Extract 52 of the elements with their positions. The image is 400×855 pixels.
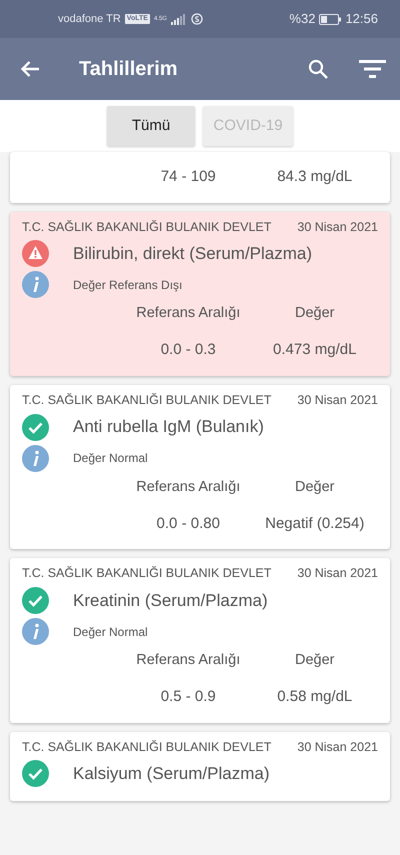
status-text: Değer Normal	[73, 450, 148, 468]
check-icon	[22, 587, 49, 614]
result-date: 30 Nisan 2021	[297, 218, 378, 236]
hospital-name: T.C. SAĞLIK BAKANLIĞI BULANIK DEVLET	[22, 565, 272, 582]
result-value: 0.473 mg/dL	[272, 340, 358, 360]
result-card[interactable]: T.C. SAĞLIK BAKANLIĞI BULANIK DEVLET 30 Nisan 2021 Bilirubin, direkt (Serum/Plazma) Değer Referans Dışı Referans Aralığı Değer 0.0 - 0.3 0.473 mg/dL	[10, 212, 390, 376]
result-date: 30 Nisan 2021	[297, 738, 378, 756]
test-name: Anti rubella IgM (Bulanık)	[73, 416, 264, 438]
result-card[interactable]: T.C. SAĞLIK BAKANLIĞI BULANIK DEVLET 30 Nisan 2021 Kalsiyum (Serum/Plazma)	[10, 732, 390, 802]
info-icon	[22, 271, 49, 298]
result-value: 84.3 mg/dL	[276, 167, 354, 187]
check-icon	[22, 760, 49, 788]
result-card[interactable]: 74 - 109 84.3 mg/dL	[10, 152, 390, 202]
test-name: Kalsiyum (Serum/Plazma)	[73, 763, 270, 786]
battery-percent: %32	[289, 10, 316, 28]
result-date: 30 Nisan 2021	[297, 565, 378, 582]
test-name: Bilirubin, direkt (Serum/Plazma)	[73, 243, 312, 265]
column-heading: Değer	[294, 651, 336, 670]
info-icon	[22, 618, 49, 645]
back-arrow-icon[interactable]	[20, 60, 40, 78]
filter-icon[interactable]	[359, 60, 386, 78]
hospital-name: T.C. SAĞLIK BAKANLIĞI BULANIK DEVLET	[22, 738, 272, 756]
column-heading: Değer	[294, 304, 336, 322]
hospital-name: T.C. SAĞLIK BAKANLIĞI BULANIK DEVLET	[22, 392, 272, 409]
column-heading: Değer	[294, 478, 336, 496]
reference-range: 0.5 - 0.9	[160, 687, 217, 708]
search-icon[interactable]	[308, 59, 328, 79]
status-text: Değer Normal	[73, 624, 148, 640]
clock: 12:56	[345, 10, 378, 28]
result-date: 30 Nisan 2021	[297, 392, 378, 409]
check-icon	[22, 414, 49, 441]
reference-range: 74 - 109	[160, 167, 217, 187]
coin-icon	[190, 13, 203, 25]
test-name: Kreatinin (Serum/Plazma)	[73, 590, 268, 612]
info-icon	[22, 444, 49, 472]
battery-icon	[319, 14, 342, 24]
result-card[interactable]: T.C. SAĞLIK BAKANLIĞI BULANIK DEVLET 30 Nisan 2021 Anti rubella IgM (Bulanık) Değer Normal Referans Aralığı Değer 0.0 - 0.80 Negatif (0.254)	[10, 384, 390, 550]
reference-range: 0.0 - 0.80	[156, 514, 221, 534]
signal-icon	[170, 14, 187, 24]
column-heading: Referans Aralığı	[135, 651, 242, 670]
screen-title: Tahlillerim	[79, 57, 178, 82]
hospital-name: T.C. SAĞLIK BAKANLIĞI BULANIK DEVLET	[22, 218, 272, 236]
result-value: Negatif (0.254)	[264, 514, 366, 534]
warning-icon	[22, 240, 49, 268]
filter-tab[interactable]: Tümü	[107, 106, 195, 146]
column-heading: Referans Aralığı	[135, 304, 242, 322]
status-text: Değer Referans Dışı	[73, 276, 182, 294]
result-value: 0.58 mg/dL	[276, 687, 354, 708]
column-heading: Referans Aralığı	[135, 478, 242, 496]
reference-range: 0.0 - 0.3	[160, 340, 217, 360]
carrier-name: vodafone TR	[58, 12, 121, 27]
result-card[interactable]: T.C. SAĞLIK BAKANLIĞI BULANIK DEVLET 30 Nisan 2021 Kreatinin (Serum/Plazma) Değer Normal Referans Aralığı Değer 0.5 - 0.9 0.58 mg/dL	[10, 558, 390, 723]
